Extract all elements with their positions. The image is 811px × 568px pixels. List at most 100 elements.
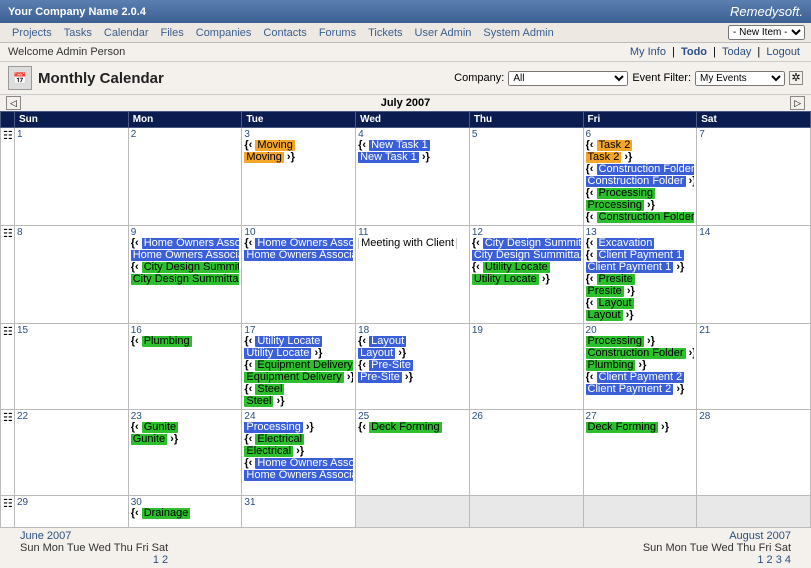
day-cell[interactable]: [469, 496, 583, 528]
day-cell[interactable]: 25{‹ Deck Forming: [356, 410, 470, 496]
day-cell[interactable]: 6{‹ Task 2Task 2 ›}{‹ Construction Folde…: [583, 128, 697, 226]
day-cell[interactable]: 4{‹ New Task 1New Task 1 ›}: [356, 128, 470, 226]
day-cell[interactable]: 15: [15, 324, 129, 410]
day-cell[interactable]: 5: [469, 128, 583, 226]
event-item[interactable]: {‹ Moving: [244, 140, 353, 151]
event-item[interactable]: {‹ Plumbing: [131, 336, 240, 347]
event-item[interactable]: Construction Folder ›}: [586, 348, 695, 359]
event-item[interactable]: {‹ Layout: [586, 298, 695, 309]
event-item[interactable]: City Design Summitta... ›}: [131, 274, 240, 285]
event-item[interactable]: {‹ Pre-Site: [358, 360, 467, 371]
event-item[interactable]: {‹ Home Owners Associat...: [244, 458, 353, 469]
event-item[interactable]: Layout ›}: [358, 348, 467, 359]
event-item[interactable]: Gunite ›}: [131, 434, 240, 445]
event-filter-select[interactable]: My Events: [695, 71, 785, 86]
event-item[interactable]: {‹ New Task 1: [358, 140, 467, 151]
day-cell[interactable]: 26: [469, 410, 583, 496]
day-cell[interactable]: 27Deck Forming ›}: [583, 410, 697, 496]
event-item[interactable]: Moving ›}: [244, 152, 353, 163]
event-item[interactable]: {‹ Utility Locate: [244, 336, 353, 347]
event-item[interactable]: {‹ Gunite: [131, 422, 240, 433]
week-icon[interactable]: ☷: [1, 410, 15, 496]
day-cell[interactable]: 3{‹ MovingMoving ›}: [242, 128, 356, 226]
event-item[interactable]: {‹ Presite: [586, 274, 695, 285]
day-cell[interactable]: 2: [128, 128, 242, 226]
event-item[interactable]: Plumbing ›}: [586, 360, 695, 371]
event-item[interactable]: {‹ Deck Forming: [358, 422, 467, 433]
day-cell[interactable]: 14: [697, 226, 811, 324]
menu-system-admin[interactable]: System Admin: [477, 25, 559, 41]
menu-companies[interactable]: Companies: [190, 25, 258, 41]
event-item[interactable]: Utility Locate ›}: [472, 274, 581, 285]
event-item[interactable]: {‹ Electrical: [244, 434, 353, 445]
day-cell[interactable]: 17{‹ Utility LocateUtility Locate ›}{‹ E…: [242, 324, 356, 410]
day-cell[interactable]: [583, 496, 697, 528]
day-cell[interactable]: 30{‹ Drainage: [128, 496, 242, 528]
new-item-select[interactable]: - New Item -: [728, 25, 805, 40]
event-item[interactable]: {‹ City Design Summitta...: [131, 262, 240, 273]
event-item[interactable]: {‹ Drainage: [131, 508, 240, 519]
event-item[interactable]: {‹ Processing: [586, 188, 695, 199]
event-item[interactable]: {‹ Excavation: [586, 238, 695, 249]
settings-icon[interactable]: ✲: [789, 71, 803, 85]
menu-tickets[interactable]: Tickets: [362, 25, 408, 41]
event-item[interactable]: Steel ›}: [244, 396, 353, 407]
event-item[interactable]: Processing ›}: [586, 336, 695, 347]
day-cell[interactable]: [697, 496, 811, 528]
day-cell[interactable]: 21: [697, 324, 811, 410]
day-cell[interactable]: 31: [242, 496, 356, 528]
mini-cal-next[interactable]: August 2007 Sun Mon Tue Wed Thu Fri Sat …: [643, 530, 791, 566]
week-icon[interactable]: ☷: [1, 324, 15, 410]
day-cell[interactable]: 8: [15, 226, 129, 324]
day-cell[interactable]: 19: [469, 324, 583, 410]
menu-contacts[interactable]: Contacts: [257, 25, 312, 41]
day-cell[interactable]: 20Processing ›}Construction Folder ›}Plu…: [583, 324, 697, 410]
event-item[interactable]: {‹ Home Owners Associati...: [131, 238, 240, 249]
event-item[interactable]: {‹ Steel: [244, 384, 353, 395]
week-icon[interactable]: ☷: [1, 128, 15, 226]
event-item[interactable]: New Task 1 ›}: [358, 152, 467, 163]
event-item[interactable]: Deck Forming ›}: [586, 422, 695, 433]
day-cell[interactable]: 13{‹ Excavation{‹ Client Payment 1Client…: [583, 226, 697, 324]
day-cell[interactable]: 9{‹ Home Owners Associati...Home Owners …: [128, 226, 242, 324]
event-item[interactable]: {‹ Client Payment 2: [586, 372, 695, 383]
link-todo[interactable]: Todo: [681, 46, 707, 58]
link-my-info[interactable]: My Info: [630, 46, 666, 58]
event-item[interactable]: City Design Summitta... ›}: [472, 250, 581, 261]
event-item[interactable]: {‹ Construction Folder: [586, 164, 695, 175]
menu-forums[interactable]: Forums: [313, 25, 362, 41]
link-logout[interactable]: Logout: [766, 46, 800, 58]
event-item[interactable]: Task 2 ›}: [586, 152, 695, 163]
event-item[interactable]: Construction Folder ›}: [586, 176, 695, 187]
week-icon[interactable]: ☷: [1, 226, 15, 324]
day-cell[interactable]: [356, 496, 470, 528]
company-select[interactable]: All: [508, 71, 628, 86]
event-item[interactable]: {‹ Equipment Delivery: [244, 360, 353, 371]
event-item[interactable]: Layout ›}: [586, 310, 695, 321]
event-item[interactable]: Home Owners Associat... ›}: [131, 250, 240, 261]
event-item[interactable]: {‹ Client Payment 1: [586, 250, 695, 261]
event-item[interactable]: {‹ Utility Locate: [472, 262, 581, 273]
event-item[interactable]: Meeting with Client: [358, 238, 467, 249]
menu-user-admin[interactable]: User Admin: [409, 25, 478, 41]
day-cell[interactable]: 28: [697, 410, 811, 496]
event-item[interactable]: Pre-Site ›}: [358, 372, 467, 383]
event-item[interactable]: Utility Locate ›}: [244, 348, 353, 359]
day-cell[interactable]: 18{‹ LayoutLayout ›}{‹ Pre-SitePre-Site …: [356, 324, 470, 410]
event-item[interactable]: {‹ Home Owners Associat...: [244, 238, 353, 249]
week-icon[interactable]: ☷: [1, 496, 15, 528]
event-item[interactable]: Client Payment 2 ›}: [586, 384, 695, 395]
event-item[interactable]: Client Payment 1 ›}: [586, 262, 695, 273]
event-item[interactable]: Processing ›}: [586, 200, 695, 211]
next-month-button[interactable]: ▷: [790, 96, 805, 110]
day-cell[interactable]: 7: [697, 128, 811, 226]
day-cell[interactable]: 10{‹ Home Owners Associat...Home Owners …: [242, 226, 356, 324]
event-item[interactable]: {‹ Layout: [358, 336, 467, 347]
event-item[interactable]: Home Owners Associat... ›}: [244, 470, 353, 481]
day-cell[interactable]: 22: [15, 410, 129, 496]
event-item[interactable]: {‹ Task 2: [586, 140, 695, 151]
day-cell[interactable]: 23{‹ GuniteGunite ›}: [128, 410, 242, 496]
day-cell[interactable]: 29: [15, 496, 129, 528]
event-item[interactable]: Home Owners Associat... ›}: [244, 250, 353, 261]
day-cell[interactable]: 16{‹ Plumbing: [128, 324, 242, 410]
